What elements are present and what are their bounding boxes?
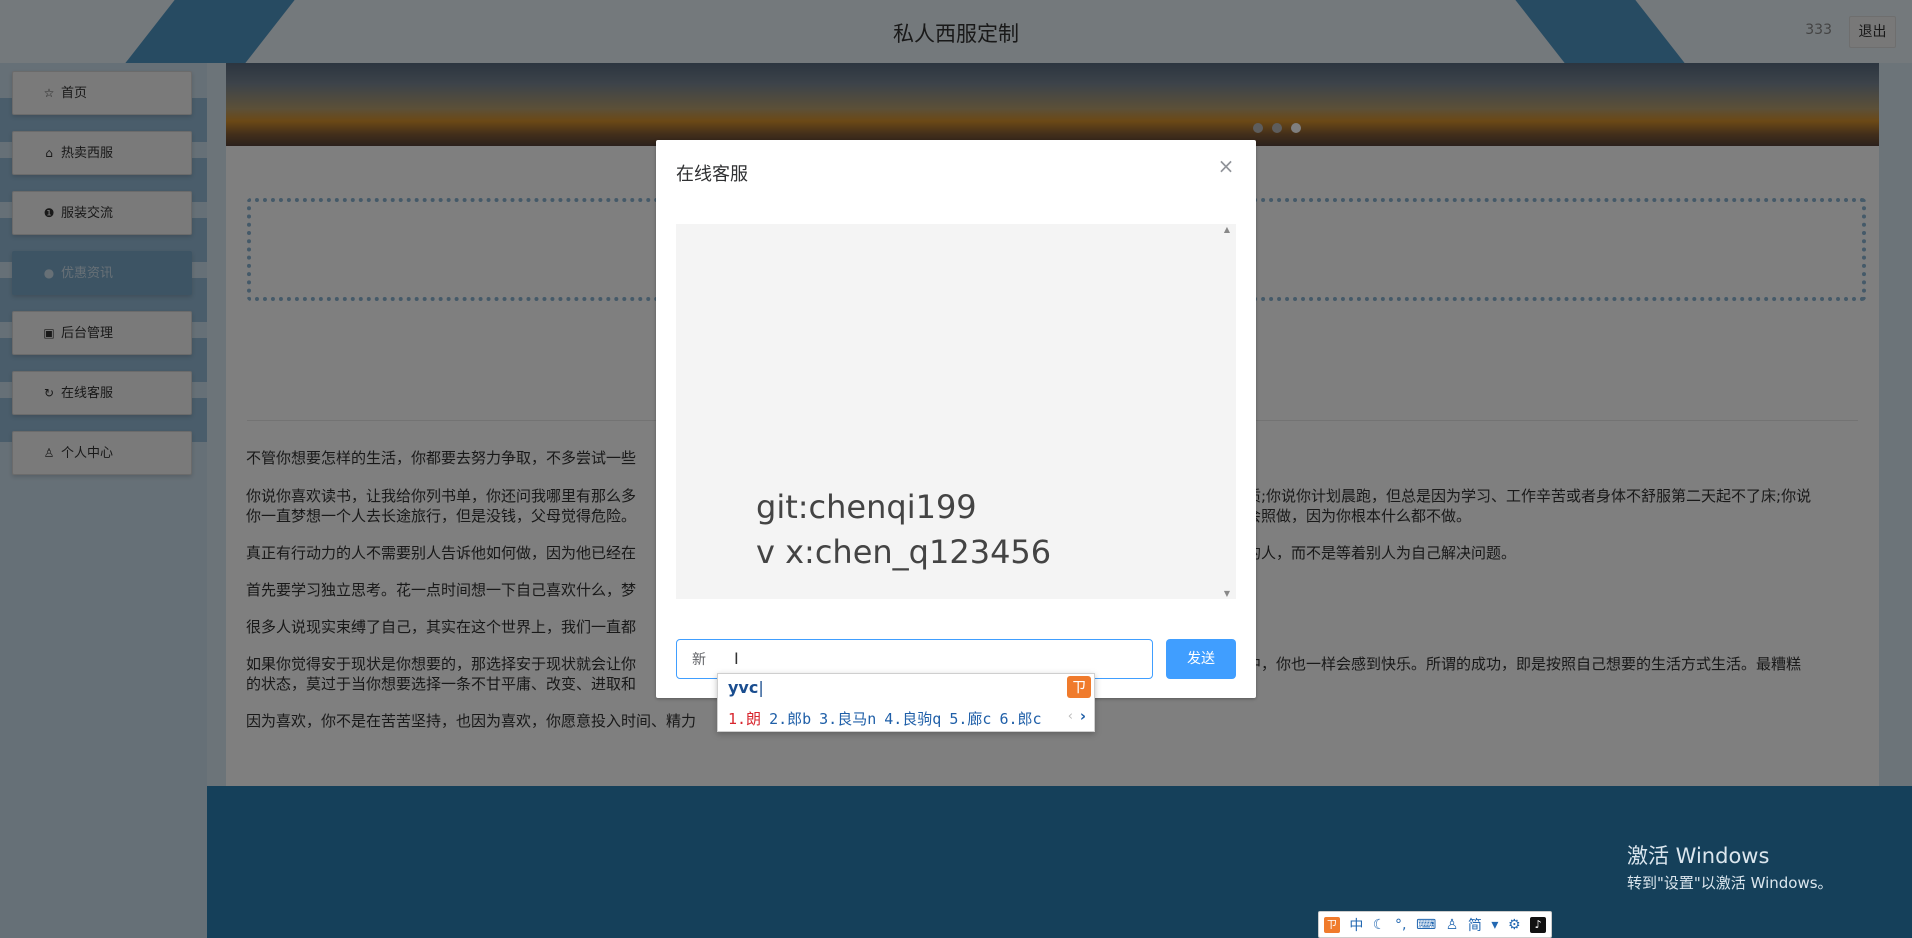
- chat-message-area[interactable]: ▲ git:chenqi199 v x:chen_q123456 ▼: [676, 224, 1236, 599]
- ime-simplified-mode[interactable]: 简: [1468, 915, 1482, 935]
- ime-candidate[interactable]: 1.朗: [728, 710, 761, 728]
- scroll-up-arrow-icon[interactable]: ▲: [1222, 225, 1232, 234]
- ime-candidate-list: 1.朗 2.郎b 3.良马n 4.良驹q 5.廊c 6.郎c: [728, 708, 1050, 729]
- ime-candidate[interactable]: 5.廊c: [949, 710, 991, 728]
- text-cursor-icon: I: [734, 649, 739, 668]
- customer-service-dialog: 在线客服 × ▲ git:chenqi199 v x:chen_q123456 …: [656, 140, 1256, 698]
- ime-status-toolbar: ㄗ 中 ☾ °, ⌨ ♙ 简 ▾ ⚙ ♪: [1318, 911, 1552, 938]
- ime-candidate-window: yvc| ㄗ 1.朗 2.郎b 3.良马n 4.良驹q 5.廊c 6.郎c ‹ ›: [717, 673, 1095, 732]
- ime-candidate[interactable]: 6.郎c: [999, 710, 1041, 728]
- close-icon[interactable]: ×: [1216, 156, 1236, 176]
- ime-candidate[interactable]: 2.郎b: [769, 710, 811, 728]
- watermark-title: 激活 Windows: [1627, 844, 1770, 868]
- tiktok-icon[interactable]: ♪: [1530, 916, 1547, 933]
- watermark-subtitle: 转到"设置"以激活 Windows。: [1627, 874, 1833, 892]
- ime-pinyin-text: yvc: [728, 678, 759, 697]
- ime-brand-icon[interactable]: ㄗ: [1323, 916, 1340, 933]
- dialog-title: 在线客服: [676, 164, 748, 185]
- user-icon[interactable]: ♙: [1446, 917, 1459, 933]
- scroll-down-arrow-icon[interactable]: ▼: [1222, 589, 1232, 598]
- chat-message: v x:chen_q123456: [756, 533, 1052, 571]
- send-button[interactable]: 发送: [1166, 639, 1236, 679]
- ime-candidate[interactable]: 3.良马n: [819, 710, 876, 728]
- windows-activation-watermark: 激活 Windows 转到"设置"以激活 Windows。: [1627, 840, 1833, 893]
- ime-logo-icon: ㄗ: [1067, 676, 1091, 698]
- skin-icon[interactable]: ▾: [1491, 917, 1498, 933]
- ime-language-mode[interactable]: 中: [1349, 915, 1363, 935]
- chat-input-value: 新: [692, 652, 706, 668]
- keyboard-icon[interactable]: ⌨: [1416, 917, 1436, 933]
- chat-message: git:chenqi199: [756, 488, 977, 526]
- moon-icon[interactable]: ☾: [1373, 917, 1386, 933]
- punctuation-icon[interactable]: °,: [1395, 917, 1406, 933]
- ime-next-page-icon[interactable]: ›: [1080, 707, 1086, 725]
- ime-prev-page-icon[interactable]: ‹: [1068, 709, 1073, 724]
- settings-gear-icon[interactable]: ⚙: [1508, 917, 1521, 933]
- ime-pinyin-composition: yvc|: [728, 678, 764, 697]
- ime-candidate[interactable]: 4.良驹q: [884, 710, 941, 728]
- ime-caret: |: [758, 678, 764, 697]
